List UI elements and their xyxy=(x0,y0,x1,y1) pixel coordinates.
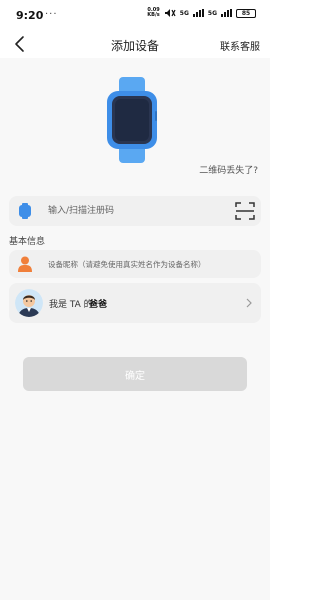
network-speed-unit: KB/s xyxy=(147,12,160,18)
network-type-2: 5G xyxy=(207,9,217,17)
lost-qr-link[interactable]: 二维码丢失了? xyxy=(199,163,258,176)
relationship-value: 爸爸 xyxy=(89,300,108,310)
relationship-row[interactable]: 我是 TA 的 爸爸 xyxy=(9,283,261,323)
confirm-button[interactable]: 确定 xyxy=(23,357,247,391)
nav-bar: 添加设备 联系客服 xyxy=(0,30,270,58)
nickname-card xyxy=(9,250,261,278)
mute-icon xyxy=(164,9,176,17)
status-icons: 0.09 KB/s 5G 5G 85 xyxy=(147,8,256,18)
status-bar: 9:20 ··· 0.09 KB/s 5G 5G 85 xyxy=(0,0,270,30)
registration-card xyxy=(9,196,261,226)
network-speed: 0.09 KB/s xyxy=(147,8,160,18)
nickname-input[interactable] xyxy=(48,255,258,273)
contact-service-link[interactable]: 联系客服 xyxy=(220,38,260,53)
scan-icon[interactable] xyxy=(235,201,255,221)
signal-icon-2 xyxy=(221,9,232,17)
status-more-dots: ··· xyxy=(45,9,58,20)
basic-info-label: 基本信息 xyxy=(9,237,46,247)
watch-icon xyxy=(19,203,31,219)
status-time: 9:20 xyxy=(16,9,44,22)
signal-icon xyxy=(192,9,204,17)
relationship-prefix: 我是 TA 的 xyxy=(49,300,93,310)
avatar xyxy=(15,289,43,317)
person-icon xyxy=(18,256,32,272)
battery-icon: 85 xyxy=(236,8,256,18)
watch-illustration xyxy=(107,77,157,163)
network-type-1: 5G xyxy=(179,9,189,17)
registration-code-input[interactable] xyxy=(48,202,228,220)
chevron-right-icon xyxy=(246,298,252,308)
